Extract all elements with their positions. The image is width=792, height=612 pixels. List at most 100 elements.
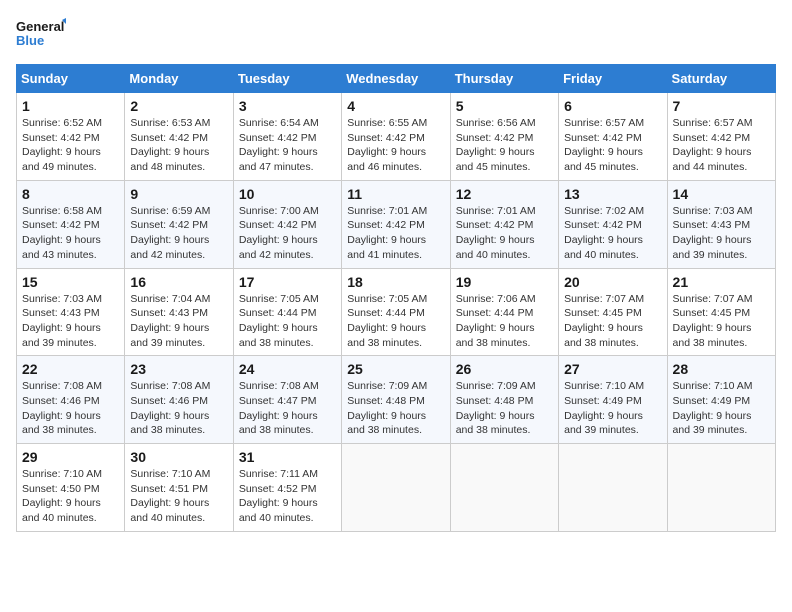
day-number: 13 [564,186,661,202]
day-info: Sunrise: 6:52 AM Sunset: 4:42 PM Dayligh… [22,116,119,175]
calendar-body: 1 Sunrise: 6:52 AM Sunset: 4:42 PM Dayli… [17,93,776,532]
calendar-cell: 26 Sunrise: 7:09 AM Sunset: 4:48 PM Dayl… [450,356,558,444]
calendar-day-header: Wednesday [342,65,450,93]
day-number: 24 [239,361,336,377]
day-info: Sunrise: 6:55 AM Sunset: 4:42 PM Dayligh… [347,116,444,175]
calendar-day-header: Monday [125,65,233,93]
day-number: 9 [130,186,227,202]
day-info: Sunrise: 7:07 AM Sunset: 4:45 PM Dayligh… [673,292,770,351]
calendar-cell: 28 Sunrise: 7:10 AM Sunset: 4:49 PM Dayl… [667,356,775,444]
calendar-cell: 12 Sunrise: 7:01 AM Sunset: 4:42 PM Dayl… [450,180,558,268]
calendar-cell: 21 Sunrise: 7:07 AM Sunset: 4:45 PM Dayl… [667,268,775,356]
day-number: 31 [239,449,336,465]
calendar-cell: 13 Sunrise: 7:02 AM Sunset: 4:42 PM Dayl… [559,180,667,268]
page-header: General Blue [16,16,776,52]
day-info: Sunrise: 7:03 AM Sunset: 4:43 PM Dayligh… [673,204,770,263]
day-info: Sunrise: 7:10 AM Sunset: 4:51 PM Dayligh… [130,467,227,526]
day-number: 19 [456,274,553,290]
calendar-cell [450,444,558,532]
day-number: 5 [456,98,553,114]
calendar-day-header: Thursday [450,65,558,93]
calendar-cell: 6 Sunrise: 6:57 AM Sunset: 4:42 PM Dayli… [559,93,667,181]
svg-text:General: General [16,19,64,34]
logo-svg: General Blue [16,16,66,52]
day-info: Sunrise: 7:01 AM Sunset: 4:42 PM Dayligh… [456,204,553,263]
calendar-week-row: 1 Sunrise: 6:52 AM Sunset: 4:42 PM Dayli… [17,93,776,181]
calendar-cell: 16 Sunrise: 7:04 AM Sunset: 4:43 PM Dayl… [125,268,233,356]
day-number: 30 [130,449,227,465]
day-number: 29 [22,449,119,465]
day-info: Sunrise: 7:08 AM Sunset: 4:47 PM Dayligh… [239,379,336,438]
day-number: 21 [673,274,770,290]
day-number: 11 [347,186,444,202]
day-info: Sunrise: 7:04 AM Sunset: 4:43 PM Dayligh… [130,292,227,351]
calendar-cell: 3 Sunrise: 6:54 AM Sunset: 4:42 PM Dayli… [233,93,341,181]
day-number: 2 [130,98,227,114]
logo: General Blue [16,16,66,52]
calendar-cell: 10 Sunrise: 7:00 AM Sunset: 4:42 PM Dayl… [233,180,341,268]
svg-text:Blue: Blue [16,33,44,48]
calendar-table: SundayMondayTuesdayWednesdayThursdayFrid… [16,64,776,532]
day-info: Sunrise: 7:03 AM Sunset: 4:43 PM Dayligh… [22,292,119,351]
day-number: 10 [239,186,336,202]
day-number: 12 [456,186,553,202]
calendar-cell: 9 Sunrise: 6:59 AM Sunset: 4:42 PM Dayli… [125,180,233,268]
day-number: 28 [673,361,770,377]
calendar-day-header: Sunday [17,65,125,93]
day-number: 8 [22,186,119,202]
day-info: Sunrise: 7:09 AM Sunset: 4:48 PM Dayligh… [456,379,553,438]
day-number: 1 [22,98,119,114]
day-info: Sunrise: 6:57 AM Sunset: 4:42 PM Dayligh… [673,116,770,175]
day-number: 26 [456,361,553,377]
calendar-cell: 5 Sunrise: 6:56 AM Sunset: 4:42 PM Dayli… [450,93,558,181]
day-number: 14 [673,186,770,202]
day-info: Sunrise: 6:58 AM Sunset: 4:42 PM Dayligh… [22,204,119,263]
calendar-header-row: SundayMondayTuesdayWednesdayThursdayFrid… [17,65,776,93]
calendar-day-header: Saturday [667,65,775,93]
calendar-week-row: 29 Sunrise: 7:10 AM Sunset: 4:50 PM Dayl… [17,444,776,532]
day-number: 25 [347,361,444,377]
day-info: Sunrise: 6:59 AM Sunset: 4:42 PM Dayligh… [130,204,227,263]
day-info: Sunrise: 7:00 AM Sunset: 4:42 PM Dayligh… [239,204,336,263]
day-number: 6 [564,98,661,114]
day-number: 16 [130,274,227,290]
calendar-cell: 14 Sunrise: 7:03 AM Sunset: 4:43 PM Dayl… [667,180,775,268]
day-info: Sunrise: 7:09 AM Sunset: 4:48 PM Dayligh… [347,379,444,438]
calendar-cell: 30 Sunrise: 7:10 AM Sunset: 4:51 PM Dayl… [125,444,233,532]
calendar-cell: 31 Sunrise: 7:11 AM Sunset: 4:52 PM Dayl… [233,444,341,532]
calendar-week-row: 15 Sunrise: 7:03 AM Sunset: 4:43 PM Dayl… [17,268,776,356]
day-info: Sunrise: 6:57 AM Sunset: 4:42 PM Dayligh… [564,116,661,175]
day-info: Sunrise: 6:53 AM Sunset: 4:42 PM Dayligh… [130,116,227,175]
day-info: Sunrise: 7:11 AM Sunset: 4:52 PM Dayligh… [239,467,336,526]
day-number: 22 [22,361,119,377]
calendar-week-row: 22 Sunrise: 7:08 AM Sunset: 4:46 PM Dayl… [17,356,776,444]
calendar-cell: 25 Sunrise: 7:09 AM Sunset: 4:48 PM Dayl… [342,356,450,444]
day-number: 7 [673,98,770,114]
day-info: Sunrise: 7:08 AM Sunset: 4:46 PM Dayligh… [130,379,227,438]
calendar-cell: 4 Sunrise: 6:55 AM Sunset: 4:42 PM Dayli… [342,93,450,181]
calendar-cell: 8 Sunrise: 6:58 AM Sunset: 4:42 PM Dayli… [17,180,125,268]
day-number: 4 [347,98,444,114]
day-info: Sunrise: 7:10 AM Sunset: 4:49 PM Dayligh… [564,379,661,438]
day-info: Sunrise: 7:01 AM Sunset: 4:42 PM Dayligh… [347,204,444,263]
day-info: Sunrise: 6:54 AM Sunset: 4:42 PM Dayligh… [239,116,336,175]
day-info: Sunrise: 6:56 AM Sunset: 4:42 PM Dayligh… [456,116,553,175]
calendar-cell: 7 Sunrise: 6:57 AM Sunset: 4:42 PM Dayli… [667,93,775,181]
calendar-cell: 15 Sunrise: 7:03 AM Sunset: 4:43 PM Dayl… [17,268,125,356]
day-info: Sunrise: 7:05 AM Sunset: 4:44 PM Dayligh… [347,292,444,351]
calendar-cell: 23 Sunrise: 7:08 AM Sunset: 4:46 PM Dayl… [125,356,233,444]
calendar-cell: 18 Sunrise: 7:05 AM Sunset: 4:44 PM Dayl… [342,268,450,356]
calendar-cell: 20 Sunrise: 7:07 AM Sunset: 4:45 PM Dayl… [559,268,667,356]
calendar-cell [667,444,775,532]
day-info: Sunrise: 7:02 AM Sunset: 4:42 PM Dayligh… [564,204,661,263]
calendar-cell: 27 Sunrise: 7:10 AM Sunset: 4:49 PM Dayl… [559,356,667,444]
calendar-cell: 19 Sunrise: 7:06 AM Sunset: 4:44 PM Dayl… [450,268,558,356]
calendar-cell: 24 Sunrise: 7:08 AM Sunset: 4:47 PM Dayl… [233,356,341,444]
calendar-day-header: Tuesday [233,65,341,93]
day-number: 23 [130,361,227,377]
calendar-cell: 11 Sunrise: 7:01 AM Sunset: 4:42 PM Dayl… [342,180,450,268]
day-info: Sunrise: 7:05 AM Sunset: 4:44 PM Dayligh… [239,292,336,351]
calendar-day-header: Friday [559,65,667,93]
calendar-cell [559,444,667,532]
calendar-cell: 1 Sunrise: 6:52 AM Sunset: 4:42 PM Dayli… [17,93,125,181]
